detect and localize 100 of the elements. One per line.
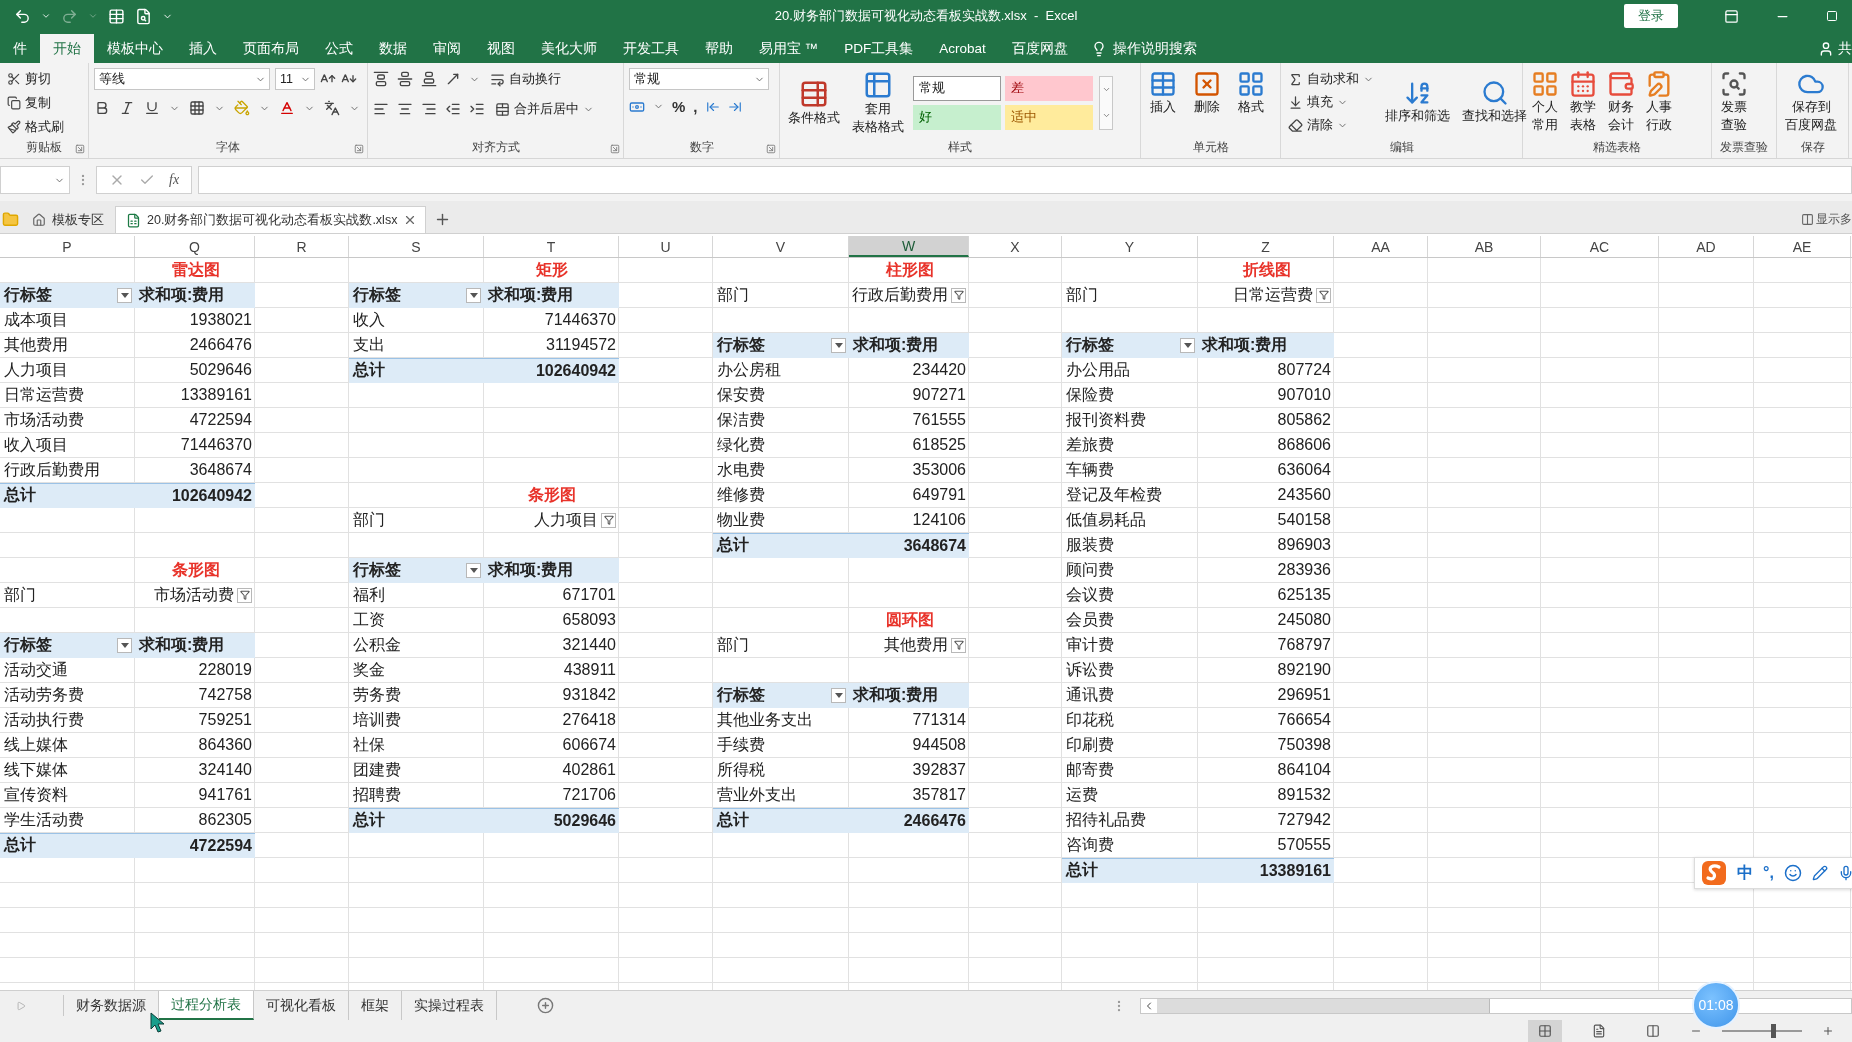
diagonal-arrow-icon[interactable] (445, 71, 461, 87)
ribbon-button[interactable]: 查找和选择 (1459, 77, 1530, 127)
punctuation-mode[interactable]: °, (1763, 864, 1774, 882)
dropdown-button[interactable] (1180, 337, 1195, 353)
launcher-icon[interactable] (354, 144, 364, 154)
ribbon-button[interactable]: 删除 (1190, 68, 1224, 118)
ribbon-button[interactable]: 格式 (1234, 68, 1268, 118)
scrollbar-thumb[interactable] (1489, 998, 1851, 1013)
wrap-text-button[interactable]: 自动换行 (488, 68, 563, 90)
menu-tab[interactable]: 帮助 (692, 34, 746, 63)
menu-tab[interactable]: 数据 (366, 34, 420, 63)
add-sheet-icon[interactable] (537, 997, 554, 1014)
italic-icon[interactable] (119, 100, 135, 116)
ribbon-button[interactable]: 保存到 百度网盘 (1782, 68, 1840, 136)
align-center-icon[interactable] (397, 101, 413, 117)
smiley-icon[interactable] (1783, 864, 1802, 882)
style-option[interactable]: 适中 (1005, 104, 1093, 130)
filter-button[interactable] (951, 287, 966, 303)
ribbon-button[interactable]: 排序和筛选 (1382, 77, 1453, 127)
dropdown-button[interactable] (117, 637, 132, 653)
clipboard-button[interactable]: 格式刷 (5, 116, 66, 138)
top-align-icon[interactable] (373, 71, 389, 87)
merge-center-button[interactable]: 合并后居中 (493, 98, 596, 120)
bottom-align-icon[interactable] (421, 71, 437, 87)
menu-tab[interactable]: Acrobat (926, 34, 999, 63)
menu-tab[interactable]: 易用宝 ™ (746, 34, 832, 63)
filter-button[interactable] (1316, 287, 1331, 303)
menu-tab[interactable]: 件 (0, 34, 40, 63)
edit-button[interactable]: 填充 (1286, 91, 1376, 113)
border-icon[interactable] (189, 100, 205, 116)
style-button[interactable]: 套用 表格格式 (849, 68, 907, 138)
share-button[interactable]: 共 (1838, 34, 1852, 63)
insert-function-button[interactable]: fx (169, 172, 180, 188)
filter-button[interactable] (237, 587, 252, 603)
style-button[interactable]: 条件格式 (785, 76, 843, 129)
menu-tab[interactable]: 开发工具 (610, 34, 692, 63)
indent-increase-icon[interactable] (469, 101, 485, 117)
filter-button[interactable] (601, 512, 616, 528)
launcher-icon[interactable] (766, 144, 776, 154)
dropdown-button[interactable] (831, 337, 846, 353)
font-name-field[interactable]: 等线 (94, 68, 270, 90)
restore-icon[interactable] (1826, 10, 1838, 22)
font-color-icon[interactable] (279, 100, 295, 116)
sheet-tab[interactable]: 过程分析表 (159, 991, 254, 1020)
menu-tab[interactable]: 美化大师 (528, 34, 610, 63)
workbook-tab[interactable]: 模板专区 (21, 206, 113, 233)
phonetic-icon[interactable] (324, 100, 340, 116)
edit-button[interactable]: 自动求和 (1286, 68, 1376, 90)
format-symbol[interactable]: % (672, 98, 686, 115)
horizontal-scrollbar[interactable] (1140, 997, 1852, 1014)
slider-thumb[interactable] (1770, 1024, 1776, 1038)
align-right-icon[interactable] (421, 101, 437, 117)
dropdown-button[interactable] (117, 287, 132, 303)
menu-tab[interactable]: 页面布局 (230, 34, 312, 63)
dropdown-button[interactable] (466, 287, 481, 303)
indent-decrease-icon[interactable] (445, 101, 461, 117)
page-layout-icon[interactable] (1592, 1024, 1606, 1038)
menu-tab[interactable]: 模板中心 (94, 34, 176, 63)
ribbon-button[interactable]: 财务 会计 (1604, 68, 1638, 136)
input-mode[interactable]: 中 (1737, 862, 1753, 884)
style-option[interactable]: 常规 (913, 75, 1001, 101)
launcher-icon[interactable] (610, 144, 620, 154)
number-format-field[interactable]: 常规 (629, 68, 769, 90)
style-option[interactable]: 差 (1005, 75, 1093, 101)
launcher-icon[interactable] (75, 144, 85, 154)
menu-tab[interactable]: PDF工具集 (831, 34, 927, 63)
middle-align-icon[interactable] (397, 71, 413, 87)
dropdown-button[interactable] (831, 687, 846, 703)
edit-button[interactable]: 清除 (1286, 114, 1376, 136)
menu-tab[interactable]: 视图 (474, 34, 528, 63)
menu-tab[interactable]: 开始 (40, 34, 94, 63)
ribbon-button[interactable]: 发票 查验 (1717, 68, 1751, 136)
clipboard-button[interactable]: 剪切 (5, 68, 66, 90)
fill-color-icon[interactable] (234, 100, 250, 116)
formula-input[interactable] (198, 166, 1852, 194)
menu-tab[interactable]: 审阅 (420, 34, 474, 63)
bold-icon[interactable] (94, 100, 110, 116)
style-option[interactable]: 好 (913, 104, 1001, 130)
format-symbol[interactable]: , (693, 98, 698, 115)
column-header[interactable]: W (849, 236, 969, 257)
multi-window-toggle[interactable]: 显示多 (1816, 206, 1852, 233)
pencil-icon[interactable] (1811, 865, 1828, 881)
filter-button[interactable] (951, 637, 966, 653)
align-left-icon[interactable] (373, 101, 389, 117)
clipboard-button[interactable]: 复制 (5, 92, 66, 114)
workbook-tab[interactable]: 20.财务部门数据可视化动态看板实战数.xlsx (115, 206, 427, 233)
ribbon-display-icon[interactable] (1724, 8, 1739, 24)
menu-tab[interactable]: 公式 (312, 34, 366, 63)
undo-icon[interactable] (14, 7, 31, 25)
menu-tab[interactable]: 百度网盘 (998, 34, 1081, 63)
user-icon[interactable] (1818, 41, 1834, 57)
page-break-icon[interactable] (1646, 1024, 1660, 1038)
ribbon-button[interactable]: 教学 表格 (1566, 68, 1600, 136)
tell-me-search[interactable]: 操作说明搜索 (1112, 34, 1197, 63)
print-preview-icon[interactable] (135, 7, 152, 25)
ribbon-button[interactable]: 个人 常用 (1528, 68, 1562, 136)
ribbon-button[interactable]: 插入 (1146, 68, 1180, 118)
normal-view-icon[interactable] (1538, 1024, 1552, 1038)
ribbon-button[interactable]: 人事 行政 (1642, 68, 1676, 136)
logo-icon[interactable] (1701, 860, 1727, 886)
